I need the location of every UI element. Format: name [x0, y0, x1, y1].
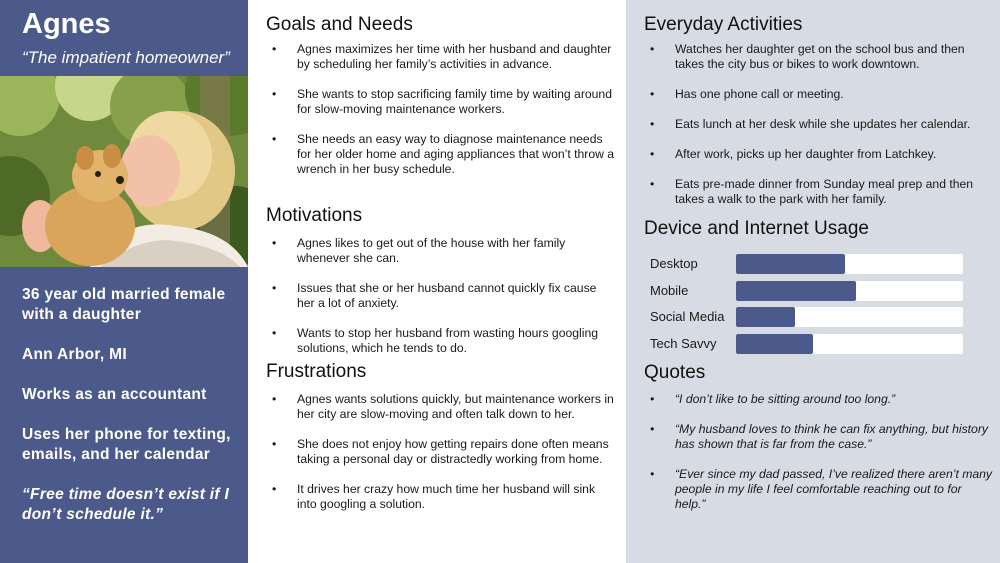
usage-label: Tech Savvy [650, 336, 717, 351]
usage-row-mobile: Mobile [650, 281, 970, 301]
goals-item: She wants to stop sacrificing family tim… [266, 87, 616, 117]
goals-item: She needs an easy way to diagnose mainte… [266, 132, 616, 177]
motivations-item: Agnes likes to get out of the house with… [266, 236, 616, 266]
goals-list: Agnes maximizes her time with her husban… [266, 42, 616, 177]
usage-fill [736, 254, 845, 274]
motivations-title: Motivations [266, 205, 363, 226]
fact-quote: “Free time doesn’t exist if I don’t sche… [22, 486, 230, 523]
persona-name: Agnes [22, 8, 111, 40]
motivations-item: Wants to stop her husband from wasting h… [266, 326, 616, 356]
activities-title: Everyday Activities [644, 14, 803, 35]
usage-track [736, 334, 963, 354]
frustrations-item: She does not enjoy how getting repairs d… [266, 437, 616, 467]
activities-list: Watches her daughter get on the school b… [644, 42, 994, 207]
quote-item: “I don’t like to be sitting around too l… [644, 392, 994, 407]
quotes-title: Quotes [644, 362, 706, 383]
quote-item: “My husband loves to think he can fix an… [644, 422, 994, 452]
frustrations-list: Agnes wants solutions quickly, but maint… [266, 392, 616, 512]
usage-row-desktop: Desktop [650, 254, 970, 274]
fact-phone-use: Uses her phone for texting, emails, and … [22, 426, 231, 463]
usage-track [736, 281, 963, 301]
usage-track [736, 254, 963, 274]
usage-label: Mobile [650, 283, 689, 298]
motivations-list: Agnes likes to get out of the house with… [266, 236, 616, 356]
usage-fill [736, 281, 857, 301]
middle-column: Goals and Needs Agnes maximizes her time… [248, 0, 626, 563]
fact-location: Ann Arbor, MI [22, 346, 127, 363]
usage-fill [736, 334, 814, 354]
persona-tagline: “The impatient homeowner” [22, 48, 230, 67]
activities-item: Eats pre-made dinner from Sunday meal pr… [644, 177, 994, 207]
activities-item: After work, picks up her daughter from L… [644, 147, 994, 162]
usage-track [736, 307, 963, 327]
usage-row-social-media: Social Media [650, 307, 970, 327]
usage-fill [736, 307, 796, 327]
usage-title: Device and Internet Usage [644, 218, 869, 239]
motivations-item: Issues that she or her husband cannot qu… [266, 281, 616, 311]
activities-item: Watches her daughter get on the school b… [644, 42, 994, 72]
persona-facts: 36 year old married female with a daught… [22, 285, 238, 545]
usage-row-tech-savvy: Tech Savvy [650, 334, 970, 354]
activities-item: Eats lunch at her desk while she updates… [644, 117, 994, 132]
frustrations-title: Frustrations [266, 361, 367, 382]
goals-title: Goals and Needs [266, 14, 413, 35]
fact-age: 36 year old married female with a daught… [22, 286, 226, 323]
persona-photo-image [0, 76, 248, 267]
quote-item: “Ever since my dad passed, I’ve realized… [644, 467, 994, 512]
right-column: Everyday Activities Watches her daughter… [626, 0, 1000, 563]
usage-label: Desktop [650, 256, 698, 271]
goals-item: Agnes maximizes her time with her husban… [266, 42, 616, 72]
persona-sidebar: Agnes “The impatient homeowner” 36 year … [0, 0, 248, 563]
persona-photo [0, 76, 248, 267]
fact-occupation: Works as an accountant [22, 386, 207, 403]
usage-label: Social Media [650, 309, 725, 324]
frustrations-item: It drives her crazy how much time her hu… [266, 482, 616, 512]
frustrations-item: Agnes wants solutions quickly, but maint… [266, 392, 616, 422]
quotes-list: “I don’t like to be sitting around too l… [644, 392, 994, 512]
activities-item: Has one phone call or meeting. [644, 87, 994, 102]
